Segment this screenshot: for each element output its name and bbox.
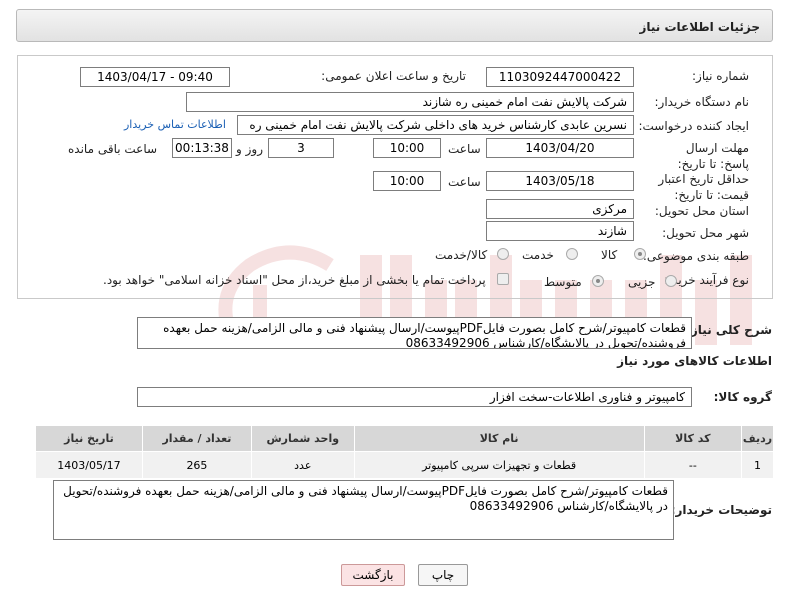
city-label: شهر محل تحویل: xyxy=(662,226,749,240)
buyer-notes-textarea: قطعات کامپیوتر/شرح کامل بصورت فایلPDFپیو… xyxy=(53,480,674,540)
cell-unit: عدد xyxy=(250,451,355,479)
treasury-payment-note: پرداخت تمام یا بخشی از مبلغ خرید،از محل … xyxy=(103,273,486,287)
col-header-unit: واحد شمارش xyxy=(250,425,355,452)
announce-datetime-field: 1403/04/17 - 09:40 xyxy=(80,67,230,87)
reply-time-label: ساعت xyxy=(448,142,481,156)
table-row: 1 -- قطعات و تجهیزات سرپی کامپیوتر عدد 2… xyxy=(35,451,774,479)
reply-deadline-date: 1403/04/20 xyxy=(486,138,634,158)
requester-label: ایجاد کننده درخواست: xyxy=(638,119,749,133)
buyer-notes-label: توضیحات خریدار: xyxy=(670,503,772,517)
reply-days-field: 3 xyxy=(268,138,334,158)
cell-row: 1 xyxy=(741,451,774,479)
buyer-org-field: شرکت پالایش نفت امام خمینی ره شازند xyxy=(186,92,634,112)
price-time-label: ساعت xyxy=(448,175,481,189)
col-header-qty: تعداد / مقدار xyxy=(141,425,252,452)
need-number-label: شماره نیاز: xyxy=(692,69,749,83)
category-option-service: خدمت xyxy=(522,248,554,262)
items-table: ردیف کد کالا نام کالا واحد شمارش تعداد /… xyxy=(35,425,774,479)
col-header-date: تاریخ نیاز xyxy=(35,425,143,452)
reply-deadline-time: 10:00 xyxy=(373,138,441,158)
price-validity-time: 10:00 xyxy=(373,171,441,191)
panel-header: جزئیات اطلاعات نیاز xyxy=(16,9,773,42)
purchase-option-minor: جزیی xyxy=(628,275,656,289)
buyer-org-label: نام دستگاه خریدار: xyxy=(654,95,750,109)
province-label: استان محل تحویل: xyxy=(654,204,749,218)
description-textarea: قطعات کامپیوتر/شرح کامل بصورت فایلPDFپیو… xyxy=(137,317,692,349)
col-header-row: ردیف xyxy=(741,425,774,452)
reply-deadline-label: مهلت ارسال پاسخ: تا تاریخ: xyxy=(677,141,749,171)
category-radio-goods[interactable] xyxy=(634,248,646,260)
cell-qty: 265 xyxy=(141,451,252,479)
back-button[interactable]: بازگشت xyxy=(341,564,405,586)
goods-section-title: اطلاعات کالاهای مورد نیاز xyxy=(617,354,772,368)
cell-name: قطعات و تجهیزات سرپی کامپیوتر xyxy=(353,451,645,479)
col-header-code: کد کالا xyxy=(643,425,743,452)
city-field: شازند xyxy=(486,221,634,241)
purchase-radio-medium[interactable] xyxy=(592,275,604,287)
category-option-goods: کالا xyxy=(601,248,618,262)
page-title: جزئیات اطلاعات نیاز xyxy=(639,20,760,34)
price-validity-date: 1403/05/18 xyxy=(486,171,634,191)
category-label: طبقه بندی موضوعی: xyxy=(642,249,749,263)
announce-datetime-label: تاریخ و ساعت اعلان عمومی: xyxy=(321,69,466,83)
category-radio-service[interactable] xyxy=(566,248,578,260)
province-field: مرکزی xyxy=(486,199,634,219)
cell-date: 1403/05/17 xyxy=(35,451,143,479)
days-label: روز و xyxy=(236,142,263,156)
remaining-label: ساعت باقی مانده xyxy=(68,142,158,156)
requester-field: نسرین عابدی کارشناس خرید های داخلی شرکت … xyxy=(237,115,634,135)
print-button[interactable]: چاپ xyxy=(418,564,468,586)
cell-code: -- xyxy=(643,451,743,479)
buyer-contact-link[interactable]: اطلاعات تماس خریدار xyxy=(124,118,226,131)
goods-group-field: کامپیوتر و فناوری اطلاعات-سخت افزار xyxy=(137,387,692,407)
need-number-field: 1103092447000422 xyxy=(486,67,634,87)
purchase-radio-minor[interactable] xyxy=(665,275,677,287)
price-validity-label: حداقل تاریخ اعتبار قیمت: تا تاریخ: xyxy=(658,172,749,202)
col-header-name: نام کالا xyxy=(353,425,645,452)
goods-group-label: گروه کالا: xyxy=(713,390,772,404)
remaining-time-field: 00:13:38 xyxy=(172,138,232,158)
description-label: شرح کلی نیاز: xyxy=(686,323,772,337)
purchase-option-medium: متوسط xyxy=(544,275,582,289)
category-option-both: کالا/خدمت xyxy=(435,248,488,262)
category-radio-both[interactable] xyxy=(497,248,509,260)
treasury-payment-checkbox[interactable] xyxy=(497,273,509,285)
table-header-row: ردیف کد کالا نام کالا واحد شمارش تعداد /… xyxy=(35,425,774,452)
